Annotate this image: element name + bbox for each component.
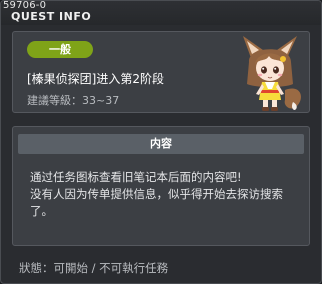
quest-header-panel: 一般 [榛果侦探团]进入第2阶段 建議等級：33~37 <box>12 31 310 113</box>
content-line: 了。 <box>30 204 53 218</box>
recommended-level: 建議等級：33~37 <box>27 94 120 107</box>
content-heading: 内容 <box>18 134 304 154</box>
window-title: QUEST INFO <box>11 10 92 23</box>
content-panel: 内容 通过任务图标查看旧笔记本后面的内容吧! 没有人因为传单提供信息，似乎得开始… <box>12 126 310 246</box>
quest-info-window: 59706-0 QUEST INFO 一般 [榛果侦探团]进入第2阶段 建議等級… <box>0 0 322 284</box>
content-description: 通过任务图标查看旧笔记本后面的内容吧! 没有人因为传单提供信息，似乎得开始去探访… <box>30 169 302 220</box>
npc-portrait-icon <box>243 36 301 111</box>
content-line: 没有人因为传单提供信息，似乎得开始去探访搜索 <box>30 187 283 201</box>
quest-name: [榛果侦探团]进入第2阶段 <box>27 72 164 86</box>
title-bar[interactable]: 59706-0 QUEST INFO <box>1 1 321 25</box>
category-badge: 一般 <box>27 41 93 58</box>
content-line: 通过任务图标查看旧笔记本后面的内容吧! <box>30 170 242 184</box>
quest-status: 狀態：可開始 / 不可執行任務 <box>19 261 169 275</box>
